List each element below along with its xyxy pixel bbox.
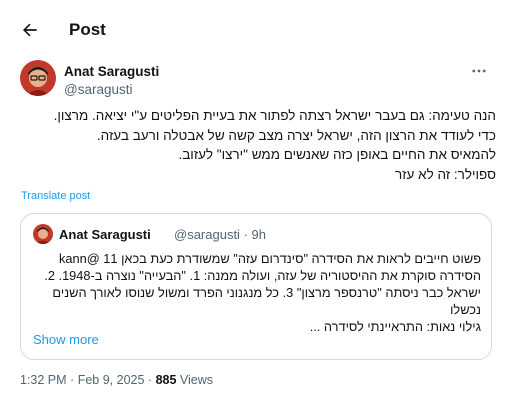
quoted-time: 9h (251, 227, 267, 242)
quoted-post-card[interactable]: Anat Saragusti @saragusti · 9h פשוט חייב… (20, 213, 492, 360)
post-text-line: הנה טעימה: גם בעבר ישראל רצתה לפתור את ב… (53, 108, 496, 123)
post-time[interactable]: 1:32 PM (20, 373, 67, 387)
meta-separator: · (70, 373, 75, 387)
quoted-text-line: נכשלו (450, 302, 481, 317)
arrow-left-icon (23, 23, 37, 37)
post-text: הנה טעימה: גם בעבר ישראל רצתה לפתור את ב… (20, 106, 496, 184)
quoted-text-line: הסידרה סוקרת את ההיסטוריה של עזה, ועולה … (44, 268, 481, 283)
quoted-author-name: Anat Saragusti (59, 227, 151, 242)
author-row: Anat Saragusti @saragusti (20, 60, 500, 100)
meta-separator: · (147, 373, 153, 387)
avatar-image (20, 60, 56, 96)
views-label: Views (179, 373, 214, 387)
author-name[interactable]: Anat Saragusti (64, 64, 159, 79)
post-date[interactable]: Feb 9, 2025 (78, 373, 145, 387)
post-header: Post (0, 0, 509, 58)
more-horizontal-icon (472, 69, 486, 73)
avatar[interactable] (20, 60, 56, 96)
views-count: 885 (155, 373, 177, 387)
quoted-text-line: ישראל כבר ניסתה "טרנספר מרצון" 3. כל מנג… (52, 285, 481, 300)
more-options-button[interactable] (470, 62, 492, 80)
post-text-line: ספוילר: זה לא עזר (394, 166, 496, 182)
quoted-separator: · (243, 227, 248, 242)
post-text-line: כדי לעודד את הרצון הזה, ישראל יצרה מצב ק… (96, 127, 496, 143)
page-title: Post (69, 20, 106, 39)
translate-post-link[interactable]: Translate post (21, 190, 90, 202)
post-meta: 1:32 PM · Feb 9, 2025 · 885 Views (20, 373, 213, 387)
quoted-text-line: פשוט חייבים לראות את הסידרה "סינדרום עזה… (59, 251, 481, 266)
back-button[interactable] (18, 18, 42, 42)
quoted-author-meta: @saragusti · 9h (174, 227, 266, 242)
author-handle[interactable]: @saragusti (64, 82, 132, 97)
quoted-post-text: פשוט חייבים לראות את הסידרה "סינדרום עזה… (33, 250, 481, 335)
show-more-link[interactable]: Show more (33, 332, 99, 347)
post-text-line: להמאיס את החיים באופן כזה שאנשים ממש "יר… (178, 147, 496, 162)
quoted-avatar-image (33, 224, 53, 244)
quoted-text-line: גילוי נאות: התראיינתי לסידרה ... (309, 319, 481, 334)
quoted-author-handle: @saragusti (174, 227, 240, 242)
quoted-avatar (33, 224, 53, 244)
